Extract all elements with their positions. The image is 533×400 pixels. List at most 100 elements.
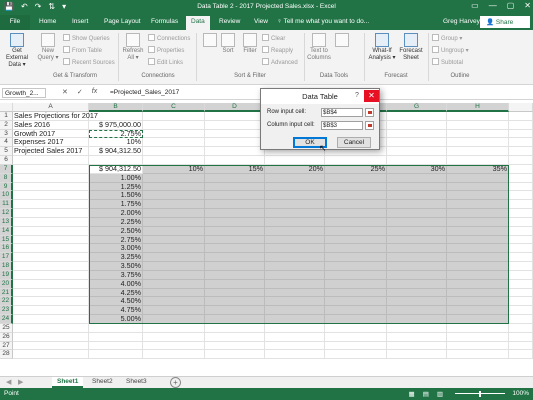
cell-h28[interactable] [447,350,509,360]
row-header[interactable]: 23 [0,306,13,316]
zoom-level[interactable]: 100% [512,390,529,397]
cell-g13[interactable] [387,217,447,227]
group-button[interactable]: Group ▾ [432,34,462,42]
cell-a27[interactable] [13,341,89,351]
refresh-all-button[interactable]: Refresh All ▾ [121,33,145,62]
row-header[interactable]: 20 [0,279,13,289]
cell-g23[interactable] [387,306,447,316]
cell-h16[interactable] [447,244,509,254]
cell-g8[interactable] [387,173,447,183]
subtotal-button[interactable]: Subtotal [432,58,463,66]
cell-h15[interactable] [447,235,509,245]
cell-g25[interactable] [387,323,447,333]
cancel-button[interactable]: Cancel [337,137,371,148]
next-sheet-icon[interactable]: ▶ [18,378,23,386]
column-header-h[interactable]: H [447,103,509,112]
cell-g9[interactable] [387,182,447,192]
cell-d20[interactable] [205,279,265,289]
cell-f21[interactable] [325,288,387,298]
cell-h9[interactable] [447,182,509,192]
cell-d11[interactable] [205,200,265,210]
cell-e17[interactable] [265,253,325,263]
cell-g20[interactable] [387,279,447,289]
dialog-close-button[interactable]: ✕ [364,90,379,102]
cell-f24[interactable] [325,315,387,324]
cell-d19[interactable] [205,270,265,280]
column-header-c[interactable]: C [143,103,205,112]
cell-c12[interactable] [143,209,205,218]
normal-view-icon[interactable]: ▦ [409,390,415,398]
cell-c7[interactable]: 10% [143,164,205,174]
sheet-tab-sheet2[interactable]: Sheet2 [87,377,118,388]
cell-a16[interactable] [13,244,89,254]
cell-h27[interactable] [447,341,509,351]
cell-h4[interactable] [447,138,509,148]
cell-d5[interactable] [205,147,265,157]
cell-c3[interactable] [143,129,205,139]
cell-c9[interactable] [143,182,205,192]
cell-c4[interactable] [143,138,205,148]
row-header[interactable]: 6 [0,156,13,165]
cell-g19[interactable] [387,270,447,280]
cancel-entry-icon[interactable]: ✕ [62,88,68,96]
cell-g16[interactable] [387,244,447,254]
cell-d26[interactable] [205,332,265,342]
cell-c28[interactable] [143,350,205,360]
cell-h7[interactable]: 35% [447,164,509,174]
get-external-data-button[interactable]: Get External Data ▾ [2,33,32,69]
cell-d24[interactable] [205,315,265,324]
what-if-analysis-button[interactable]: What-If Analysis ▾ [368,33,396,62]
cell-e26[interactable] [265,332,325,342]
cell-c10[interactable] [143,191,205,201]
show-queries-button[interactable]: Show Queries [63,34,110,42]
cell-c2[interactable] [143,120,205,130]
row-header[interactable]: 18 [0,262,13,271]
row-header[interactable]: 27 [0,341,13,351]
cell-g1[interactable] [387,112,447,121]
cell-f11[interactable] [325,200,387,210]
cell-c26[interactable] [143,332,205,342]
cell-d4[interactable] [205,138,265,148]
cell-a13[interactable] [13,217,89,227]
zoom-slider-thumb[interactable] [479,391,481,397]
cell-c16[interactable] [143,244,205,254]
row-header[interactable]: 26 [0,332,13,342]
cell-g28[interactable] [387,350,447,360]
cell-e25[interactable] [265,323,325,333]
cell-c25[interactable] [143,323,205,333]
cell-a10[interactable] [13,191,89,201]
cell-g27[interactable] [387,341,447,351]
cell-c21[interactable] [143,288,205,298]
forecast-sheet-button[interactable]: Forecast Sheet [398,33,424,62]
cell-a21[interactable] [13,288,89,298]
cell-e16[interactable] [265,244,325,254]
sort-az-button[interactable] [200,33,220,48]
tab-data[interactable]: Data [186,16,210,30]
tab-review[interactable]: Review [219,18,240,25]
cell-g11[interactable] [387,200,447,210]
cell-h12[interactable] [447,209,509,218]
row-header[interactable]: 28 [0,350,13,360]
row-header[interactable]: 7 [0,164,13,174]
cell-d28[interactable] [205,350,265,360]
clear-button[interactable]: Clear [262,34,285,42]
cell-f8[interactable] [325,173,387,183]
cell-d9[interactable] [205,182,265,192]
row-header[interactable]: 16 [0,244,13,254]
cell-f17[interactable] [325,253,387,263]
cell-a6[interactable] [13,156,89,165]
cell-f13[interactable] [325,217,387,227]
row-header[interactable]: 5 [0,147,13,157]
add-sheet-button[interactable]: + [170,377,181,388]
row-header[interactable]: 24 [0,315,13,324]
tab-file[interactable]: File [0,15,30,30]
cell-g3[interactable] [387,129,447,139]
cell-g17[interactable] [387,253,447,263]
cell-e21[interactable] [265,288,325,298]
cell-f27[interactable] [325,341,387,351]
cell-h8[interactable] [447,173,509,183]
tab-formulas[interactable]: Formulas [151,18,178,25]
cell-h18[interactable] [447,262,509,271]
row-range-picker-icon[interactable] [365,108,374,117]
insert-function-icon[interactable]: fx [92,88,97,96]
